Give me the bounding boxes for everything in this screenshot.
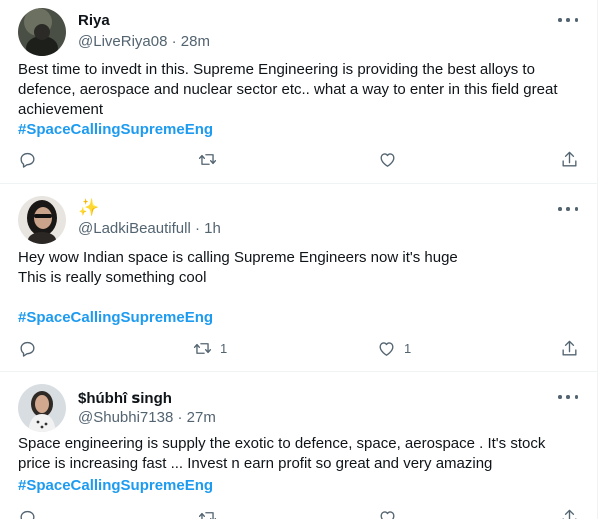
like-button[interactable]: 1: [377, 339, 411, 358]
tweet-text: Hey wow Indian space is calling Supreme …: [18, 248, 578, 288]
like-icon: [380, 153, 395, 167]
avatar-image: [18, 384, 66, 432]
like-button[interactable]: [378, 508, 405, 519]
handle[interactable]: @Shubhi7138: [78, 409, 173, 426]
retweet-button[interactable]: [198, 150, 225, 169]
tweet-text: Space engineering is supply the exotic t…: [18, 435, 546, 472]
handle[interactable]: @LiveRiya08: [78, 33, 167, 50]
handle[interactable]: @LadkiBeautifull: [78, 220, 191, 237]
reply-icon: [20, 152, 35, 168]
hashtag-link[interactable]: #SpaceCallingSupremeEng: [18, 477, 213, 494]
hashtag-link[interactable]: #SpaceCallingSupremeEng: [18, 309, 213, 326]
like-button[interactable]: [378, 150, 405, 169]
timeline-feed: Riya @LiveRiya08 · 28m Best time to inve…: [0, 0, 598, 519]
retweet-button[interactable]: [198, 508, 225, 519]
share-button[interactable]: [560, 150, 579, 169]
like-icon: [379, 342, 394, 356]
share-button[interactable]: [560, 339, 579, 358]
handle-line: @LadkiBeautifull · 1h: [78, 220, 221, 237]
timestamp[interactable]: 28m: [181, 33, 210, 50]
tweet-text-line: Hey wow Indian space is calling Supreme …: [18, 249, 458, 266]
separator: ·: [194, 220, 200, 237]
tweet-actions: [0, 150, 598, 172]
tweet-text: Best time to invedt in this. Supreme Eng…: [18, 61, 558, 118]
retweet-count: 1: [220, 341, 228, 356]
retweet-icon: [193, 343, 212, 354]
timestamp[interactable]: 1h: [204, 220, 221, 237]
tweet[interactable]: ✨ @LadkiBeautifull · 1h Hey wow Indian s…: [0, 184, 598, 372]
tweet[interactable]: Riya @LiveRiya08 · 28m Best time to inve…: [0, 0, 598, 184]
like-icon: [380, 511, 395, 519]
display-name[interactable]: $húbhî ꜱingh: [78, 389, 172, 407]
display-name[interactable]: Riya: [78, 12, 110, 29]
reply-button[interactable]: [18, 339, 37, 358]
tweet-text-line: This is really something cool: [18, 269, 207, 286]
reply-icon: [20, 510, 35, 519]
share-icon: [562, 509, 577, 519]
avatar[interactable]: [18, 196, 66, 244]
tweet-actions: [0, 508, 598, 519]
share-icon: [562, 340, 577, 356]
handle-line: @Shubhi7138 · 27m: [78, 409, 216, 426]
tweet[interactable]: $húbhî ꜱingh @Shubhi7138 · 27m Space eng…: [0, 372, 598, 519]
more-icon[interactable]: [558, 389, 578, 405]
more-icon[interactable]: [558, 12, 578, 28]
more-icon[interactable]: [558, 201, 578, 217]
reply-icon: [20, 341, 35, 357]
retweet-icon: [198, 154, 217, 165]
like-count: 1: [404, 341, 412, 356]
avatar-image: [18, 8, 66, 56]
display-name[interactable]: ✨: [78, 198, 99, 218]
handle-line: @LiveRiya08 · 28m: [78, 33, 210, 50]
reply-button[interactable]: [18, 508, 37, 519]
avatar[interactable]: [18, 384, 66, 432]
share-icon: [562, 151, 577, 167]
avatar-image: [18, 196, 66, 244]
reply-button[interactable]: [18, 150, 37, 169]
timestamp[interactable]: 27m: [187, 409, 216, 426]
separator: ·: [171, 33, 177, 50]
retweet-button[interactable]: 1: [193, 339, 227, 358]
hashtag-link[interactable]: #SpaceCallingSupremeEng: [18, 121, 213, 138]
tweet-actions: 1 1: [0, 339, 598, 361]
share-button[interactable]: [560, 508, 579, 519]
avatar[interactable]: [18, 8, 66, 56]
retweet-icon: [198, 512, 217, 519]
separator: ·: [177, 409, 183, 426]
